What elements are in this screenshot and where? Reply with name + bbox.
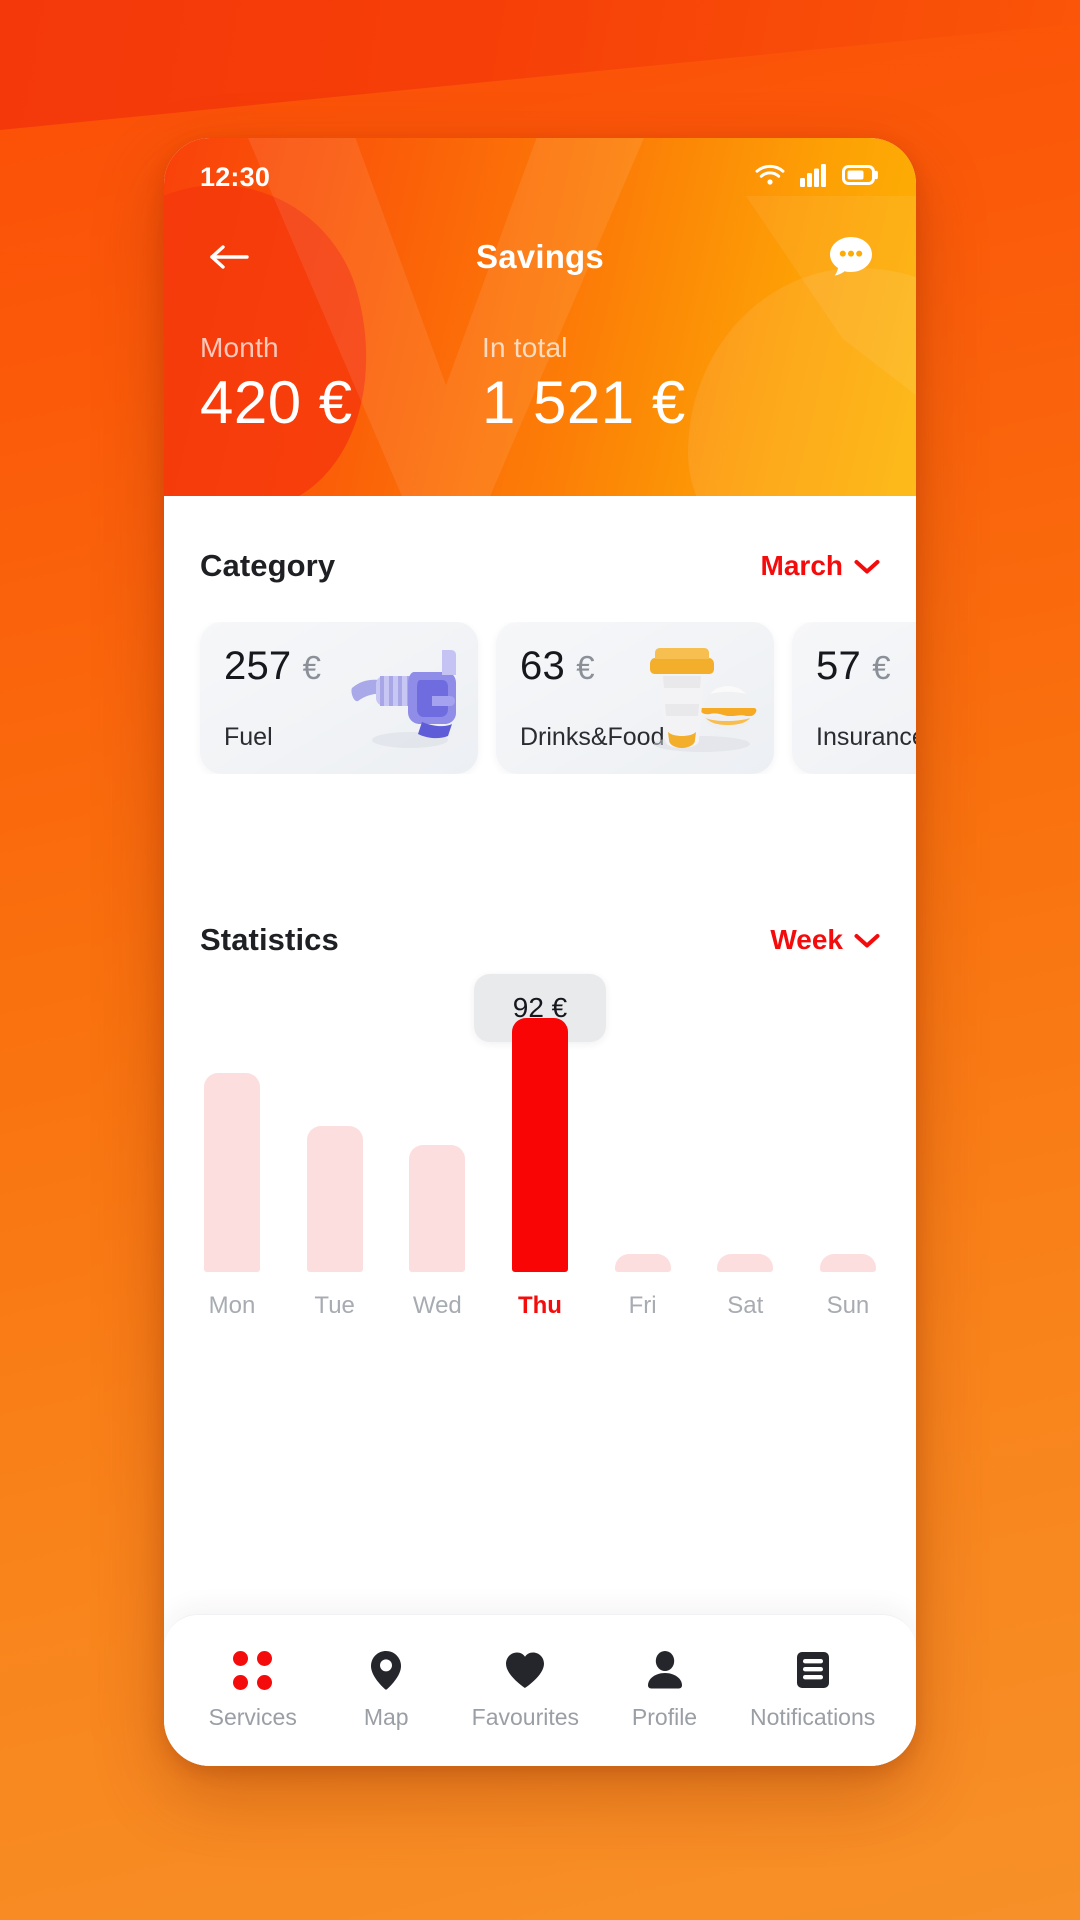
fuel-nozzle-3d-icon [351, 650, 456, 748]
grid-dots-icon [233, 1650, 273, 1690]
header-nav-row: Savings [164, 216, 916, 298]
chevron-down-icon [854, 550, 880, 582]
status-time: 12:30 [200, 161, 271, 192]
chart-bar[interactable] [306, 1126, 363, 1272]
chart-bar-label: Tue [314, 1292, 355, 1319]
category-amount-currency: € [576, 649, 595, 686]
status-bar: 12:30 [164, 138, 916, 216]
category-amount-currency: € [872, 649, 891, 686]
category-card-drinks-food[interactable]: 63 € Drinks&Food [496, 622, 774, 774]
category-card-name: Fuel [224, 723, 273, 751]
app-header: 12:30 Savings Month 420 € In total 1 521… [164, 138, 916, 496]
nav-item-profile[interactable]: Profile [617, 1650, 713, 1731]
nav-label: Notifications [749, 1704, 876, 1730]
chart-bar-label: Wed [412, 1292, 462, 1319]
nav-item-map[interactable]: Map [338, 1650, 434, 1731]
category-title: Category [200, 548, 336, 583]
category-card-amount: 257 € [224, 644, 321, 689]
category-card-insurance[interactable]: 57 € Insurance [792, 622, 916, 774]
chart-bar-column[interactable]: Sat [713, 1254, 777, 1320]
category-amount-number: 257 [224, 644, 292, 688]
statistics-title: Statistics [200, 922, 339, 957]
content-sheet: Category March 257 € Fuel 63 € Drinks&Fo… [164, 496, 916, 1766]
statistics-bar-chart: 92 € Mon Tue Wed Thu Fri Sat Sun [164, 974, 916, 1420]
nav-label: Favourites [471, 1704, 580, 1730]
bottom-navigation: Services Map Favourites Profile Notifica… [164, 1614, 916, 1766]
total-month: Month 420 € [200, 332, 482, 437]
status-icons [754, 163, 880, 192]
header-totals: Month 420 € In total 1 521 € [164, 298, 916, 437]
chart-bar[interactable] [409, 1145, 466, 1272]
chart-bar-column[interactable]: Tue [303, 1126, 367, 1320]
cellular-signal-icon [800, 163, 828, 192]
category-card-list[interactable]: 257 € Fuel 63 € Drinks&Food 57 € Insuran… [164, 622, 916, 774]
heart-icon [505, 1650, 545, 1690]
chart-bar-label: Sun [826, 1292, 870, 1319]
nav-item-services[interactable]: Services [205, 1650, 301, 1731]
chart-bar[interactable] [614, 1254, 671, 1272]
category-section-header: Category March [164, 496, 916, 584]
nav-label: Map [363, 1704, 409, 1730]
chart-bar-label: Sat [727, 1292, 764, 1319]
phone-frame: 12:30 Savings Month 420 € In total 1 521… [164, 138, 916, 1766]
back-button[interactable] [200, 228, 258, 286]
total-month-label: Month [200, 332, 279, 363]
period-filter-label: Week [770, 924, 843, 955]
person-icon [647, 1650, 683, 1690]
chart-bar[interactable] [204, 1073, 260, 1272]
chart-bar-label: Fri [628, 1292, 657, 1319]
chart-bar-label: Mon [208, 1292, 256, 1319]
month-filter-dropdown[interactable]: March [761, 550, 880, 582]
category-card-fuel[interactable]: 257 € Fuel [200, 622, 478, 774]
period-filter-dropdown[interactable]: Week [770, 924, 880, 956]
category-card-amount: 63 € [520, 644, 595, 689]
list-lines-icon [795, 1650, 831, 1690]
chart-bar[interactable] [819, 1254, 876, 1272]
page-title: Savings [476, 238, 604, 275]
chart-bar-column[interactable]: Mon [200, 1073, 264, 1320]
month-filter-label: March [760, 550, 843, 581]
category-card-name: Insurance [816, 723, 916, 751]
total-month-value: 420 € [200, 369, 353, 436]
category-amount-currency: € [302, 649, 322, 686]
chart-bar-column[interactable]: Fri [611, 1254, 675, 1320]
nav-item-notifications[interactable]: Notifications [750, 1650, 875, 1731]
map-pin-icon [369, 1650, 403, 1690]
coffee-burger-3d-icon [650, 648, 757, 752]
chart-bar[interactable] [511, 1018, 568, 1272]
category-card-amount: 57 € [816, 644, 891, 689]
chart-bar-column[interactable]: Sun [816, 1254, 880, 1320]
total-overall-value: 1 521 € [482, 369, 686, 436]
chat-bubble-icon[interactable] [822, 228, 880, 286]
chart-plot-area: Mon Tue Wed Thu Fri Sat Sun [200, 1000, 880, 1320]
total-overall-label: In total [482, 332, 568, 363]
category-amount-number: 63 [520, 644, 565, 688]
category-amount-number: 57 [816, 644, 861, 688]
statistics-section-header: Statistics Week [164, 774, 916, 958]
battery-icon [842, 163, 880, 192]
background-shard [0, 0, 1080, 130]
chart-bar-label: Thu [517, 1292, 562, 1319]
total-overall: In total 1 521 € [482, 332, 686, 437]
chevron-down-icon [854, 924, 880, 956]
nav-label: Services [208, 1704, 297, 1730]
wifi-icon [754, 163, 786, 192]
nav-item-favourites[interactable]: Favourites [472, 1650, 579, 1731]
nav-label: Profile [631, 1704, 698, 1730]
chart-bar[interactable] [717, 1254, 774, 1272]
chart-bar-column[interactable]: Thu [508, 1018, 572, 1320]
chart-bar-column[interactable]: Wed [405, 1145, 469, 1320]
